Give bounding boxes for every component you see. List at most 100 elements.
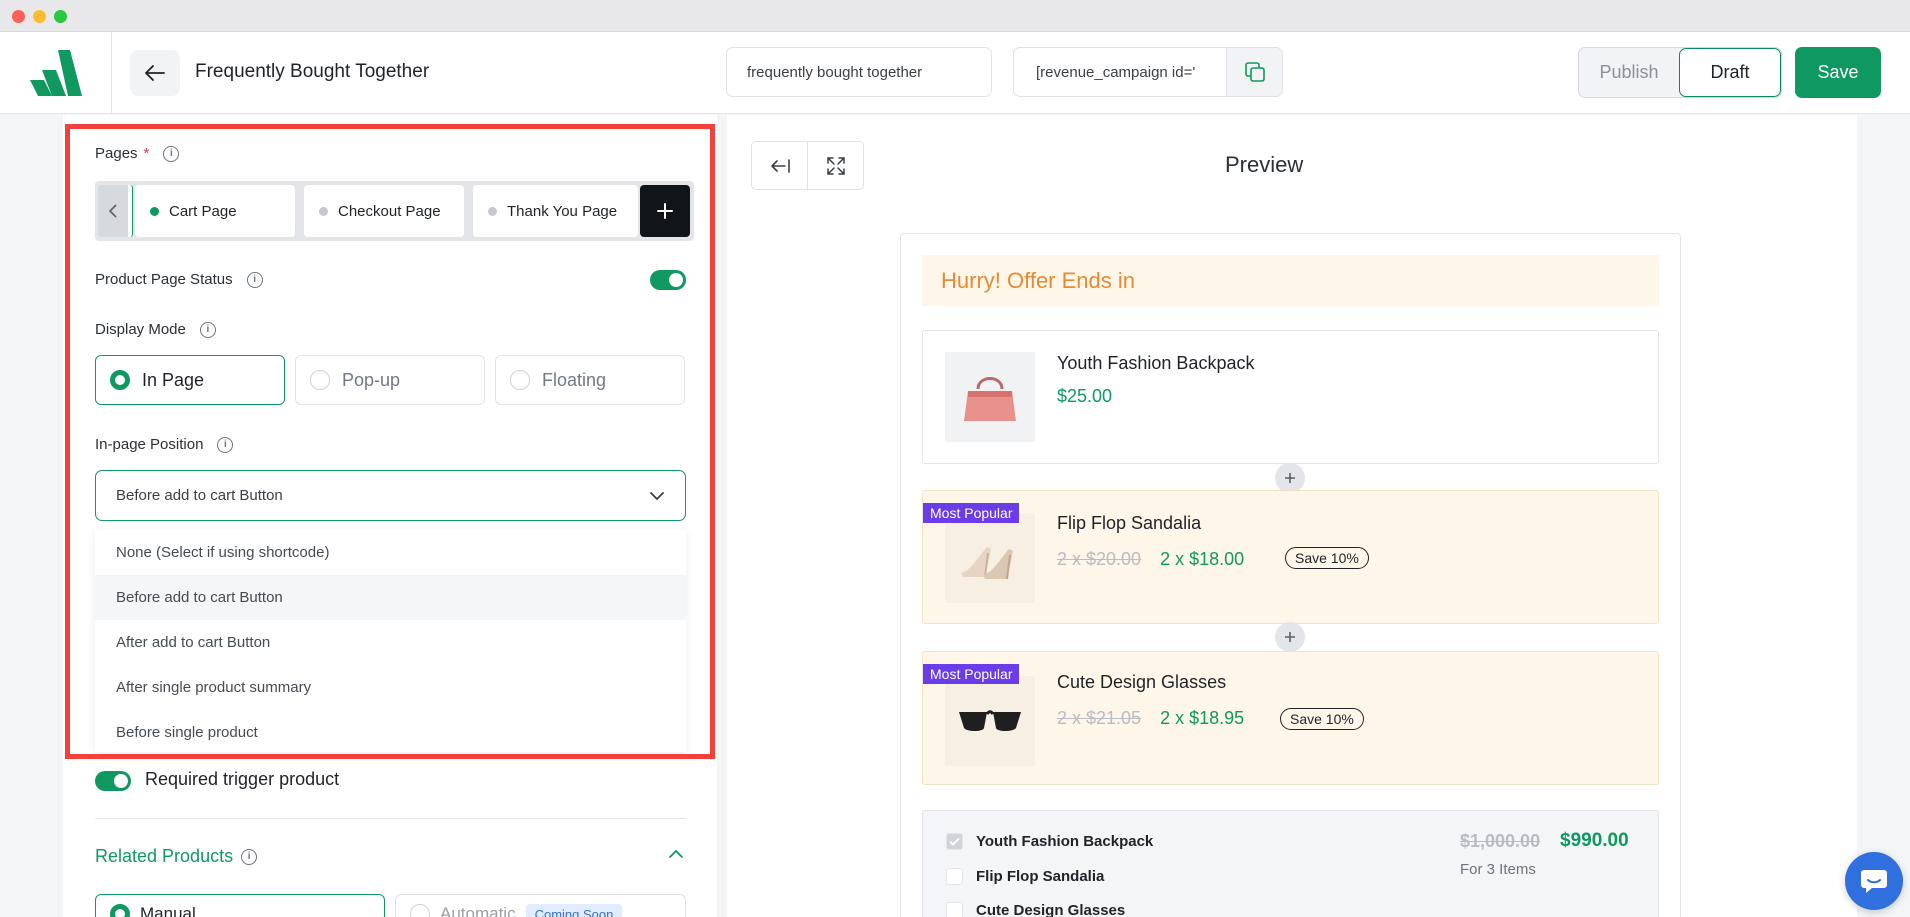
dropdown-option[interactable]: After add to cart Button (95, 620, 686, 665)
plus-separator (1275, 463, 1305, 493)
mode-label: Pop-up (342, 369, 401, 390)
window-titlebar (0, 0, 1910, 32)
product-price: 2 x $21.05 2 x $18.95 (1057, 708, 1244, 729)
coming-soon-badge: Coming Soon (525, 903, 623, 917)
product-card: Most Popular Flip Flop Sandalia 2 x $20.… (922, 490, 1659, 624)
dropdown-option-selected[interactable]: Before add to cart Button (95, 575, 686, 620)
product-card: Most Popular Cute Design Glasses 2 x $21… (922, 651, 1659, 785)
required-mark: * (143, 145, 150, 162)
position-label-text: In-page Position (95, 436, 204, 453)
publish-button[interactable]: Publish (1579, 48, 1679, 97)
chat-button[interactable] (1845, 852, 1903, 910)
display-mode-in-page[interactable]: In Page (95, 355, 285, 405)
status-segment: Publish Draft (1578, 47, 1782, 98)
required-trigger-toggle[interactable] (95, 771, 131, 791)
dropdown-option[interactable]: After single product summary (95, 665, 686, 710)
maximize-window-button[interactable] (54, 10, 67, 23)
handbag-icon (964, 377, 1016, 421)
mode-label: In Page (142, 369, 205, 390)
plus-icon (1285, 632, 1295, 642)
old-total: $1,000.00 (1460, 831, 1541, 851)
bundle-summary: Youth Fashion Backpack Flip Flop Sandali… (922, 810, 1659, 917)
chevron-up-icon[interactable] (668, 849, 684, 859)
check-icon (949, 837, 960, 846)
save-badge: Save 10% (1285, 547, 1369, 569)
summary-item-label: Flip Flop Sandalia (976, 868, 1105, 885)
tab-status-dot (150, 206, 159, 216)
collapse-panel-button[interactable] (752, 142, 808, 189)
copy-icon (1244, 62, 1265, 82)
info-icon[interactable]: i (246, 271, 263, 288)
related-mode-automatic[interactable]: Automatic Coming Soon (395, 894, 686, 917)
product-page-status-text: Product Page Status (95, 271, 233, 288)
summary-item[interactable]: Flip Flop Sandalia (946, 868, 1104, 885)
close-window-button[interactable] (12, 10, 25, 23)
shortcode-text: [revenue_campaign id=' (1036, 63, 1196, 81)
checkbox-icon[interactable] (946, 868, 963, 885)
tab-edge (128, 185, 133, 237)
heels-icon (961, 547, 1013, 580)
minimize-window-button[interactable] (33, 10, 46, 23)
copy-shortcode-button[interactable] (1226, 48, 1282, 96)
items-count: For 3 Items (1460, 861, 1536, 878)
radio-icon (410, 904, 430, 917)
plus-icon (657, 203, 673, 219)
most-popular-badge: Most Popular (923, 503, 1020, 523)
display-mode-label: Display Mode i (95, 321, 216, 338)
related-mode-manual[interactable]: Manual (95, 894, 385, 917)
new-price: 2 x $18.95 (1160, 708, 1245, 728)
mode-label: Floating (542, 369, 607, 390)
tabs-scroll-left-button[interactable] (98, 185, 128, 237)
display-mode-popup[interactable]: Pop-up (295, 355, 485, 405)
tab-status-dot (488, 206, 497, 216)
pages-label-text: Pages (95, 145, 138, 162)
summary-item[interactable]: Youth Fashion Backpack (946, 833, 1153, 850)
campaign-name-input[interactable]: frequently bought together (726, 47, 992, 97)
fullscreen-button[interactable] (808, 142, 863, 189)
save-button[interactable]: Save (1795, 47, 1881, 98)
dropdown-option[interactable]: Before single product (95, 710, 686, 755)
divider (95, 818, 686, 819)
tab-thank-you-page[interactable]: Thank You Page (473, 185, 638, 237)
pages-tabs: Cart Page Checkout Page Thank You Page (95, 181, 694, 241)
add-page-button[interactable] (640, 185, 690, 237)
position-dropdown-menu: None (Select if using shortcode) Before … (95, 530, 686, 752)
app-logo-icon (30, 50, 82, 96)
total-price: $990.00 (1560, 830, 1629, 851)
in-page-position-select[interactable]: Before add to cart Button (95, 470, 686, 521)
top-bar: Frequently Bought Together frequently bo… (0, 32, 1910, 114)
radio-icon (310, 370, 330, 390)
pages-label: Pages * i (95, 145, 180, 162)
plus-separator (1275, 622, 1305, 652)
checkbox-icon[interactable] (946, 902, 963, 917)
expand-icon (826, 156, 845, 175)
checkbox-checked-icon[interactable] (946, 833, 963, 850)
product-image (945, 676, 1035, 766)
chevron-left-icon (108, 204, 117, 218)
back-button[interactable] (130, 50, 180, 96)
info-icon[interactable]: i (217, 436, 234, 453)
tab-checkout-page[interactable]: Checkout Page (304, 185, 464, 237)
old-price: 2 x $20.00 (1057, 549, 1142, 569)
info-icon[interactable]: i (199, 321, 216, 338)
product-image (945, 352, 1035, 442)
old-price: 2 x $21.05 (1057, 708, 1142, 728)
related-products-header[interactable]: Related Products i (95, 846, 258, 867)
summary-item[interactable]: Cute Design Glasses (946, 902, 1125, 917)
sunglasses-icon (959, 710, 1021, 731)
product-page-status-toggle[interactable] (650, 270, 686, 290)
draft-button[interactable]: Draft (1679, 48, 1781, 97)
tab-cart-page[interactable]: Cart Page (135, 185, 295, 237)
info-icon[interactable]: i (163, 145, 180, 162)
product-price: $25.00 (1057, 386, 1113, 406)
tab-status-dot (319, 206, 328, 216)
info-icon[interactable]: i (241, 848, 258, 865)
arrow-left-icon (145, 65, 165, 81)
most-popular-badge: Most Popular (923, 664, 1020, 684)
dropdown-option[interactable]: None (Select if using shortcode) (95, 530, 686, 575)
shortcode-field[interactable]: [revenue_campaign id=' (1013, 47, 1283, 97)
product-card: Youth Fashion Backpack $25.00 (922, 330, 1659, 464)
display-mode-floating[interactable]: Floating (495, 355, 685, 405)
offer-banner: Hurry! Offer Ends in (922, 255, 1659, 306)
save-badge: Save 10% (1280, 708, 1364, 730)
